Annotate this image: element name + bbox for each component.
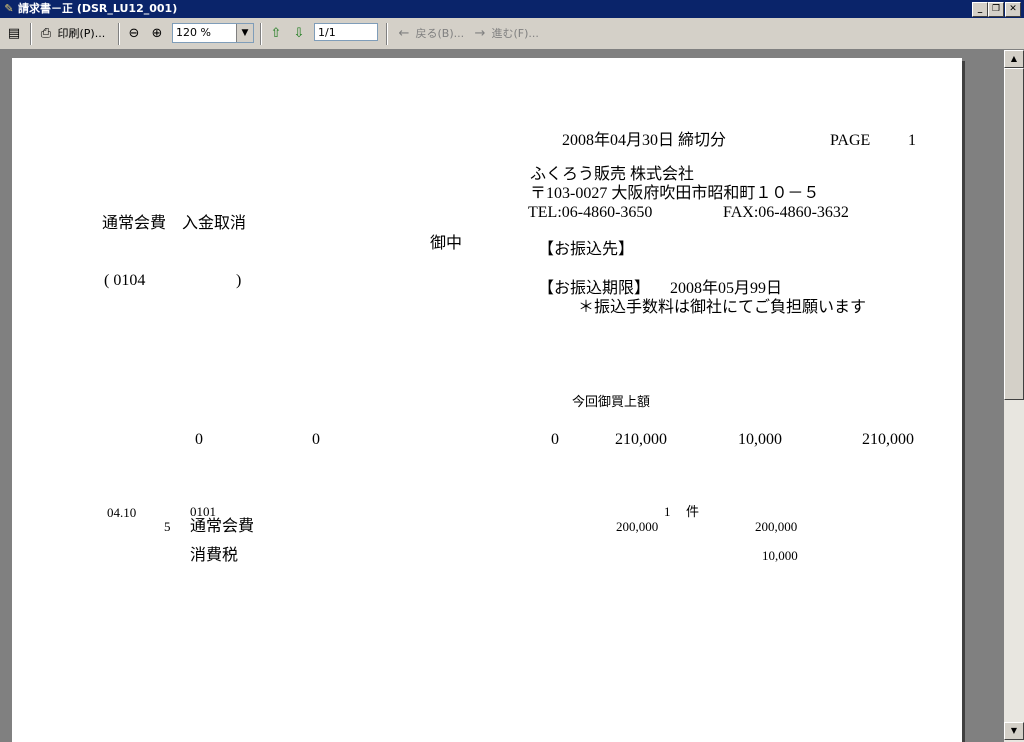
page-number-input[interactable]: 1/1 (314, 23, 378, 41)
restore-button[interactable]: ❐ (988, 2, 1004, 17)
transfer-deadline: 2008年05月99日 (670, 280, 783, 297)
zoom-out-icon: ⊖ (128, 26, 140, 41)
toolbar-separator (260, 23, 262, 45)
closing-date: 2008年04月30日 締切分 (562, 132, 727, 149)
transfer-to-label: 【お振込先】 (538, 241, 635, 258)
vertical-scrollbar[interactable]: ▲ ▼ (1004, 50, 1024, 742)
toolbar-separator (118, 23, 120, 45)
back-label: 戻る(B)... (415, 27, 465, 40)
print-label: 印刷(P)... (57, 27, 106, 40)
toolbar-separator (30, 23, 32, 45)
next-page-button[interactable]: ⇩ (291, 24, 307, 44)
company-address: 〒103-0027 大阪府吹田市昭和町１０－５ (530, 185, 820, 202)
line-count-unit: 件 (686, 504, 700, 519)
summary-value: 0 (312, 431, 320, 448)
line-amount: 200,000 (755, 519, 798, 534)
app-icon: ✎ (4, 2, 14, 15)
line-item-name: 通常会費 (190, 518, 255, 535)
document-viewport[interactable]: 2008年04月30日 締切分 PAGE 1 ふくろう販売 株式会社 〒103-… (0, 50, 1004, 742)
summary-value: 210,000 (862, 431, 914, 448)
tax-amount: 10,000 (762, 548, 798, 563)
title-bar: ✎ 請求書－正 (DSR_LU12_001) _ ❐ ✕ (0, 0, 1024, 18)
company-name: ふくろう販売 株式会社 (530, 166, 695, 183)
purchase-amount-header: 今回御買上額 (572, 394, 651, 409)
page-number: 1 (908, 132, 916, 149)
customer-code-close: ) (236, 272, 242, 289)
summary-value: 10,000 (738, 431, 782, 448)
customer-name: 通常会費 入金取消 (102, 215, 247, 232)
window-title: 請求書－正 (DSR_LU12_001) (18, 2, 178, 15)
summary-value: 0 (195, 431, 203, 448)
line-count: 1 (664, 504, 671, 519)
zoom-in-icon: ⊕ (151, 26, 163, 41)
arrow-left-icon: ← (398, 26, 410, 41)
back-button[interactable]: ← 戻る(B)... (396, 24, 465, 44)
page-up-icon: ⇧ (270, 26, 282, 41)
zoom-in-button[interactable]: ⊕ (149, 24, 165, 44)
zoom-value: 120 % (176, 26, 211, 39)
company-fax: FAX:06-4860-3632 (723, 204, 849, 221)
line-unit-price: 200,000 (616, 519, 659, 534)
invoice-page: 2008年04月30日 締切分 PAGE 1 ふくろう販売 株式会社 〒103-… (12, 58, 962, 742)
page-down-icon: ⇩ (293, 26, 305, 41)
scroll-up-icon[interactable]: ▲ (1004, 50, 1024, 68)
page-label: PAGE (830, 132, 871, 149)
forward-button[interactable]: → 進む(F)... (472, 24, 539, 44)
zoom-select[interactable]: 120 % ▼ (172, 23, 254, 43)
honorific: 御中 (430, 235, 463, 252)
toolbar: ▤ ⎙ 印刷(P)... ⊖ ⊕ 120 % ▼ ⇧ ⇩ 1/1 ← 戻る(B)… (0, 18, 1024, 50)
scroll-down-icon[interactable]: ▼ (1004, 722, 1024, 740)
company-tel: TEL:06-4860-3650 (528, 204, 653, 221)
transfer-fee-note: ＊振込手数料は御社にてご負担願います (578, 299, 867, 316)
arrow-right-icon: → (474, 26, 486, 41)
print-button[interactable]: ⎙ 印刷(P)... (38, 24, 105, 44)
zoom-out-button[interactable]: ⊖ (126, 24, 142, 44)
chevron-down-icon[interactable]: ▼ (236, 24, 253, 42)
tax-item-name: 消費税 (190, 547, 239, 564)
previous-page-button[interactable]: ⇧ (268, 24, 284, 44)
transfer-deadline-label: 【お振込期限】 (538, 280, 651, 297)
minimize-button[interactable]: _ (972, 2, 988, 17)
close-button[interactable]: ✕ (1005, 2, 1021, 17)
summary-value: 0 (551, 431, 559, 448)
printer-icon: ⎙ (40, 26, 52, 41)
toc-button[interactable]: ▤ (6, 24, 22, 44)
customer-code: ( 0104 (104, 272, 146, 289)
toc-icon: ▤ (7, 26, 21, 41)
toolbar-separator (386, 23, 388, 45)
scroll-thumb[interactable] (1004, 68, 1024, 400)
line-sequence: 5 (164, 519, 171, 534)
summary-value: 210,000 (615, 431, 667, 448)
line-date: 04.10 (107, 505, 137, 520)
line-slip-number: 0101 (190, 504, 216, 519)
forward-label: 進む(F)... (491, 27, 539, 40)
